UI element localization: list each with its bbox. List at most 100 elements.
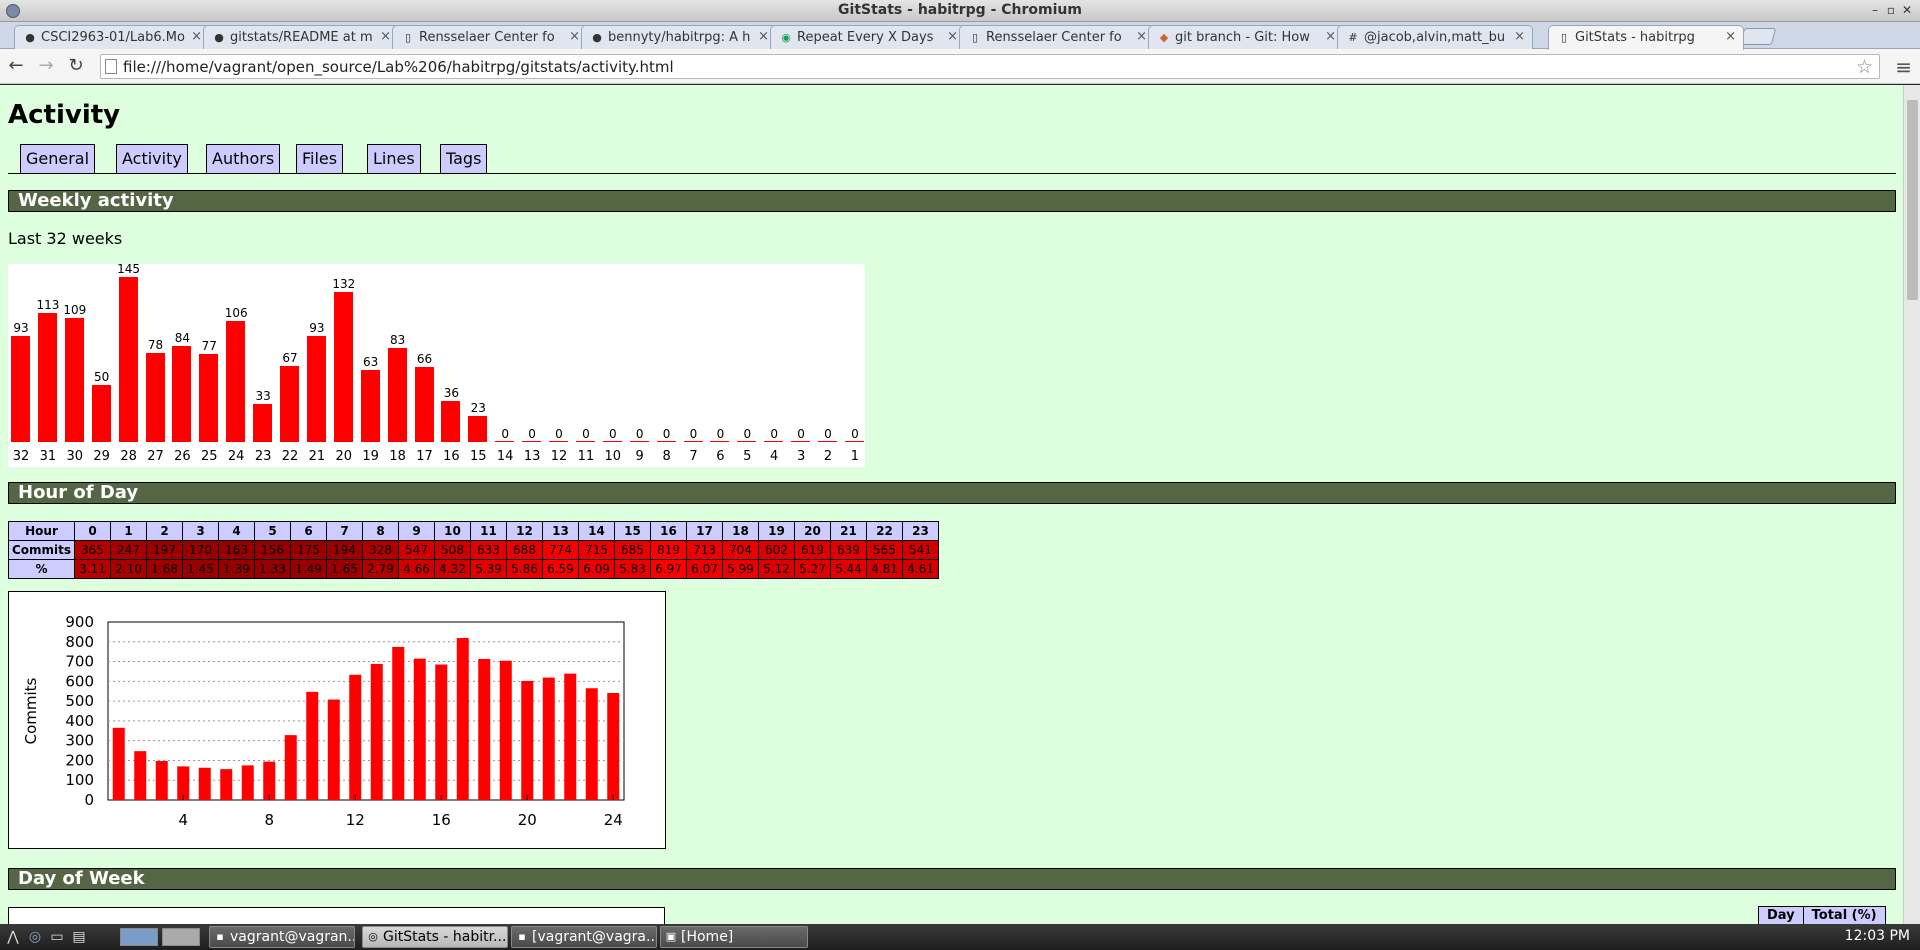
tab-label: bennyty/habitrpg: A h [608,30,751,45]
weekly-tick-label: 16 [443,449,460,464]
file-manager-icon[interactable]: ▤ [70,929,88,945]
hour-commits-cell: 619 [794,540,831,560]
weekly-value-label: 0 [635,427,644,441]
day-column-header: Day [1758,906,1804,924]
desktop-2-pager[interactable] [162,928,200,946]
browser-tab[interactable]: ● bennyty/habitrpg: A h × [581,25,777,49]
github-icon: ● [25,31,35,44]
page-icon: ▯ [971,31,979,44]
terminal-launcher-icon[interactable]: ▭ [48,929,66,945]
browser-tab[interactable]: ◉ Repeat Every X Days × [770,25,966,49]
hour-percent-cell: 1.65 [326,559,363,579]
browser-tab[interactable]: ● CSCI2963-01/Lab6.Mo × [14,25,210,49]
nav-link-files[interactable]: Files [296,144,344,173]
y-tick-label: 600 [65,672,94,690]
weekly-bar [253,404,273,442]
hour-percent-cell: 1.49 [290,559,327,579]
tab-close-icon[interactable]: × [1514,29,1525,44]
new-tab-button[interactable] [1739,28,1777,45]
taskbar-button[interactable]: ▣ [Home] [660,926,808,948]
weekly-value-label: 132 [332,276,356,291]
browser-tab[interactable]: ▯ Rensselaer Center fo × [392,25,588,49]
page-icon: ▯ [404,31,412,44]
hour-percent-cell: 6.59 [542,559,579,579]
hour-of-day-chart: 0 100 200 300 400 500 600 700 800 900 4 8 12 16 20 24 Co… [8,591,666,849]
tab-close-icon[interactable]: × [947,29,958,44]
weekly-bar [441,401,461,442]
tab-close-icon[interactable]: × [1136,29,1147,44]
hour-percent-cell: 5.83 [614,559,651,579]
hour-commits-cell: 713 [686,540,723,560]
weekly-tick-label: 4 [770,449,779,464]
tab-close-icon[interactable]: × [380,29,391,44]
browser-tab-active[interactable]: ▯ GitStats - habitrpg × [1548,25,1744,50]
hour-header-cell: 9 [398,521,435,541]
weekly-value-label: 0 [797,427,805,441]
browser-tab[interactable]: ● gitstats/README at m × [203,25,399,49]
weekly-value-label: 84 [174,331,191,346]
taskbar-button[interactable]: ▪ vagrant@vagran... [209,926,355,948]
taskbar-button[interactable]: ▪ [vagrant@vagra... [511,926,657,948]
hour-commits-cell: 365 [74,540,111,560]
nav-link-general[interactable]: General [20,144,96,173]
y-tick-label: 500 [65,692,94,710]
weekly-tick-label: 12 [550,449,568,464]
y-tick-label: 400 [65,712,94,730]
tab-close-icon[interactable]: × [758,29,769,44]
close-window-icon[interactable]: ✕ [1900,3,1914,17]
address-bar[interactable]: ☆ [100,54,1880,79]
weekly-tick-label: 23 [254,449,272,464]
weekly-tick-label: 7 [689,449,698,464]
hour-bar [564,673,577,800]
hour-bar [607,693,620,800]
tab-close-icon[interactable]: × [191,29,202,44]
browser-launcher-icon[interactable]: ◎ [26,929,44,945]
git-icon: ◆ [1159,31,1169,44]
hour-percent-cell: 4.81 [866,559,903,579]
hour-header-cell: 8 [362,521,399,541]
nav-link-tags[interactable]: Tags [440,144,488,173]
hour-percent-cell: 5.27 [794,559,831,579]
hour-header-cell: 0 [74,521,111,541]
nav-link-lines[interactable]: Lines [367,144,421,173]
tab-close-icon[interactable]: × [1725,29,1736,44]
hour-percent-cell: 6.09 [578,559,615,579]
tab-close-icon[interactable]: × [569,29,580,44]
browser-tab[interactable]: ◆ git branch - Git: How × [1148,25,1344,49]
weekly-value-label: 0 [582,427,590,441]
weekly-bar [333,291,353,442]
hour-bar [155,761,168,800]
vertical-scrollbar[interactable] [1903,85,1920,924]
menu-icon[interactable]: ≡ [1895,55,1912,79]
hour-header-cell: 18 [722,521,759,541]
hour-commits-cell: 685 [614,540,651,560]
hour-percent-cell: 2.10 [110,559,147,579]
browser-tab[interactable]: ▯ Rensselaer Center fo × [959,25,1155,49]
scrollbar-thumb[interactable] [1907,100,1918,300]
nav-link-activity[interactable]: Activity [116,144,188,173]
desktop-1-pager[interactable] [120,928,158,946]
url-input[interactable] [123,57,1823,76]
forward-icon[interactable]: → [34,55,58,77]
hour-header-cell: 11 [470,521,507,541]
reload-icon[interactable]: ↻ [64,55,88,77]
nav-link-authors[interactable]: Authors [206,144,281,173]
weekly-tick-label: 30 [66,449,84,464]
tab-close-icon[interactable]: × [1325,29,1336,44]
chromium-icon: ◎ [368,930,378,943]
hour-header-cell: 17 [686,521,723,541]
maximize-icon[interactable]: ▫ [1884,3,1898,17]
day-of-week-table: Day Total (%) [1758,906,1886,924]
tab-strip: ● CSCI2963-01/Lab6.Mo × ● gitstats/README a… [0,22,1920,50]
start-menu-icon[interactable]: ⋀ [4,929,22,945]
hour-commits-cell: 704 [722,540,759,560]
minimize-icon[interactable]: – [1868,3,1882,17]
weekly-value-label: 0 [501,427,509,441]
weekly-bar [199,354,219,442]
browser-tab[interactable]: # @jacob,alvin,matt_bu × [1337,25,1533,49]
hour-commits-cell: 547 [398,540,435,560]
bookmark-star-icon[interactable]: ☆ [1856,56,1873,78]
back-icon[interactable]: ← [4,55,28,77]
hour-percent-cell: 4.61 [902,559,939,579]
taskbar-button-active[interactable]: ◎ GitStats - habitr... [362,926,508,948]
